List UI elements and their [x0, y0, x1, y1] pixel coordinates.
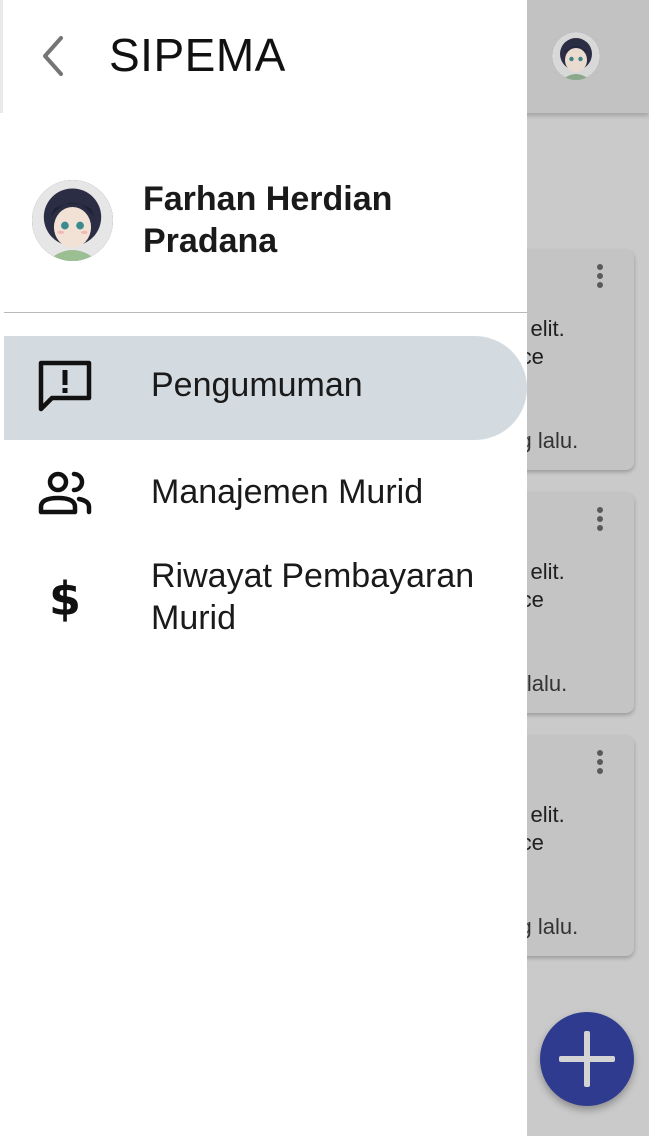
nav-item-label: Manajemen Murid [151, 473, 424, 511]
nav-item-pengumuman[interactable]: Pengumuman [4, 336, 527, 440]
nav-item-label: Riwayat Pembayaran Murid [151, 557, 475, 637]
more-vert-icon[interactable] [596, 750, 604, 778]
svg-text:$: $ [49, 572, 81, 626]
user-name: Farhan Herdian Pradana [143, 180, 393, 260]
add-announcement-fab[interactable] [540, 1012, 634, 1106]
navigation-drawer: SIPEMA Farhan Herdian Pradana Pengumuman… [0, 0, 527, 1136]
nav-item-manajemen-murid[interactable]: Manajemen Murid [4, 446, 527, 542]
announcement-icon [36, 358, 94, 416]
more-vert-icon[interactable] [596, 264, 604, 292]
nav-item-riwayat-pembayaran-murid[interactable]: $ Riwayat Pembayaran Murid [4, 548, 527, 648]
back-arrow-icon[interactable] [37, 34, 69, 78]
avatar [32, 180, 113, 261]
more-vert-icon[interactable] [596, 507, 604, 535]
people-icon [36, 465, 94, 523]
user-profile: Farhan Herdian Pradana [0, 170, 527, 270]
nav-item-label: Pengumuman [151, 366, 363, 404]
drawer-header: SIPEMA [0, 0, 527, 113]
divider [4, 312, 527, 313]
dollar-icon: $ [36, 569, 94, 627]
app-title: SIPEMA [109, 29, 286, 81]
header-avatar[interactable] [552, 32, 600, 80]
